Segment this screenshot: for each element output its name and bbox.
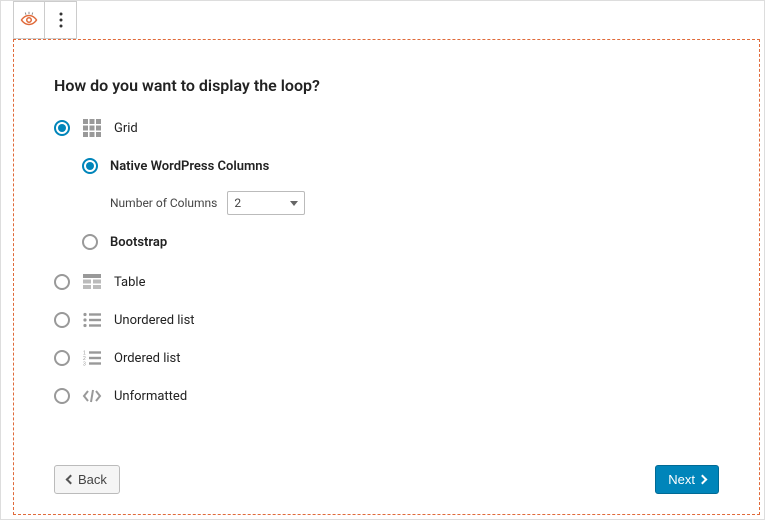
back-button-label: Back [78, 472, 107, 487]
columns-select[interactable]: 2 [227, 191, 305, 215]
columns-select-value: 2 [234, 196, 241, 210]
radio-ordered[interactable] [54, 350, 70, 366]
radio-bootstrap[interactable] [82, 234, 98, 250]
chevron-down-icon [290, 201, 298, 206]
radio-table[interactable] [54, 274, 70, 290]
svg-text:3: 3 [83, 362, 86, 367]
back-button[interactable]: Back [54, 465, 120, 494]
option-table-label: Table [114, 275, 145, 290]
option-ordered-label: Ordered list [114, 351, 180, 366]
sub-option-bootstrap-label: Bootstrap [110, 235, 167, 250]
next-button-label: Next [668, 472, 695, 487]
option-unformatted-label: Unformatted [114, 389, 187, 404]
views-eye-icon [19, 10, 39, 30]
block-type-button[interactable] [13, 1, 45, 39]
sub-option-native-label: Native WordPress Columns [110, 159, 269, 174]
wizard-footer: Back Next [54, 465, 719, 494]
code-icon [82, 386, 102, 406]
block-options-button[interactable] [45, 1, 77, 39]
next-button[interactable]: Next [655, 465, 719, 494]
wizard-question: How do you want to display the loop? [54, 76, 719, 95]
option-table[interactable]: Table [54, 271, 719, 293]
editor-block-frame: How do you want to display the loop? Gri… [0, 0, 765, 520]
wizard-panel: How do you want to display the loop? Gri… [13, 39, 760, 515]
chevron-right-icon [698, 475, 708, 485]
option-grid-label: Grid [114, 121, 138, 136]
block-toolbar [13, 1, 77, 39]
native-columns-detail: Number of Columns 2 [110, 191, 719, 215]
chevron-left-icon [66, 475, 76, 485]
radio-unformatted[interactable] [54, 388, 70, 404]
ordered-list-icon: 1 2 3 [82, 348, 102, 368]
option-ordered-list[interactable]: 1 2 3 Ordered list [54, 347, 719, 369]
radio-native-columns[interactable] [82, 158, 98, 174]
radio-unordered[interactable] [54, 312, 70, 328]
grid-sub-options: Native WordPress Columns Number of Colum… [82, 155, 719, 253]
option-unordered-list[interactable]: Unordered list [54, 309, 719, 331]
radio-grid[interactable] [54, 120, 70, 136]
kebab-icon [51, 10, 71, 30]
sub-option-bootstrap[interactable]: Bootstrap [82, 231, 719, 253]
sub-option-native[interactable]: Native WordPress Columns [82, 155, 719, 177]
columns-label: Number of Columns [110, 196, 217, 210]
option-unordered-label: Unordered list [114, 313, 195, 328]
grid-icon [82, 118, 102, 138]
option-unformatted[interactable]: Unformatted [54, 385, 719, 407]
option-grid[interactable]: Grid [54, 117, 719, 139]
table-icon [82, 272, 102, 292]
unordered-list-icon [82, 310, 102, 330]
